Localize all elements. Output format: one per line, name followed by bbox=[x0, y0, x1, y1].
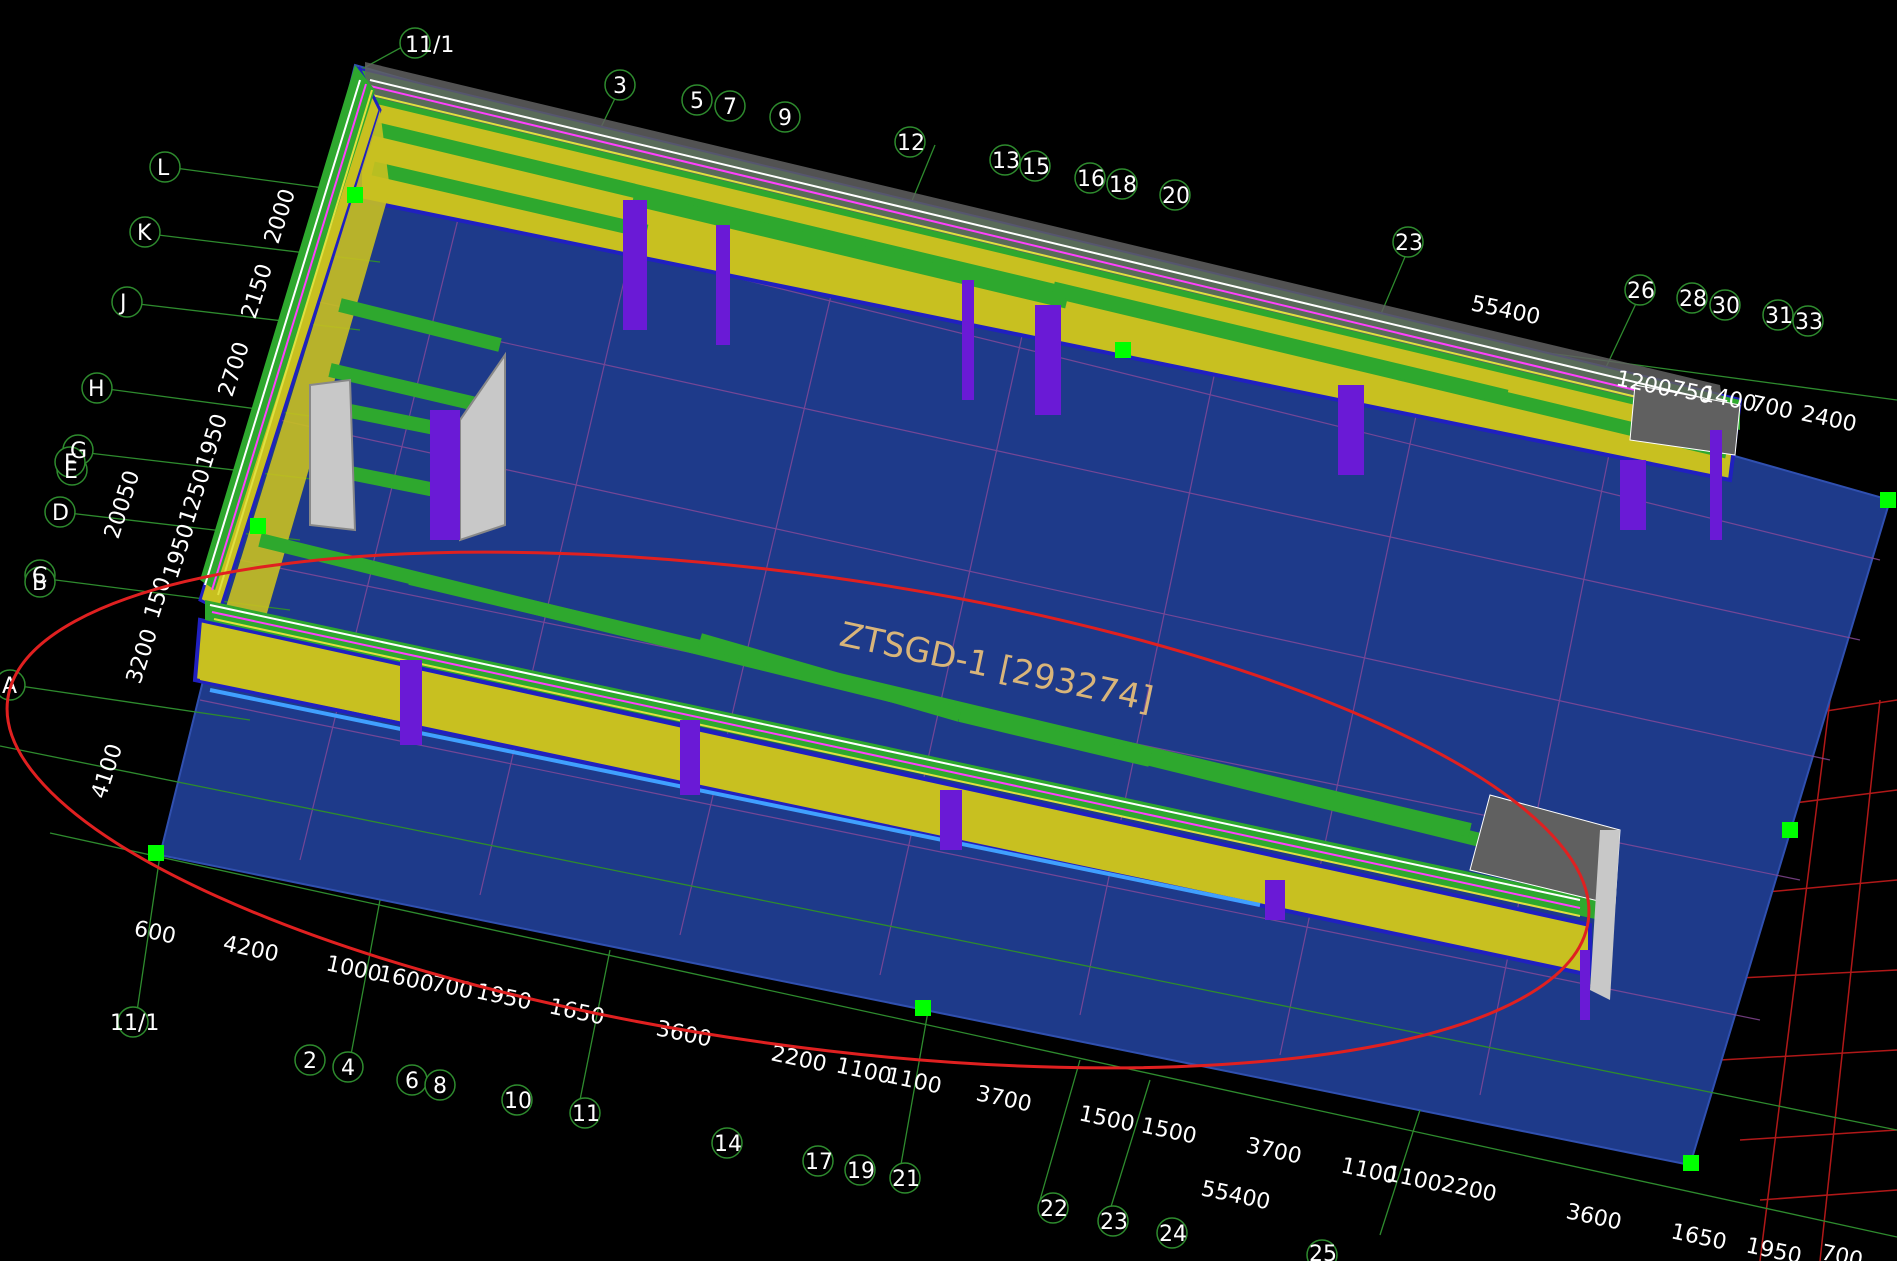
grip-point[interactable] bbox=[347, 187, 363, 203]
axis-label: 3 bbox=[613, 74, 627, 99]
column[interactable] bbox=[623, 200, 647, 330]
axis-label: 5 bbox=[690, 89, 704, 114]
axis-label: 23 bbox=[1395, 231, 1423, 256]
column[interactable] bbox=[400, 660, 422, 745]
axis-label: 2 bbox=[303, 1049, 317, 1074]
axis-label: 16 bbox=[1077, 167, 1105, 192]
axis-label: 20 bbox=[1162, 184, 1190, 209]
grip-point[interactable] bbox=[1880, 492, 1896, 508]
axis-label: 11/1 bbox=[405, 33, 454, 58]
column[interactable] bbox=[716, 225, 730, 345]
axis-label: 13 bbox=[992, 149, 1020, 174]
axis-label: 33 bbox=[1795, 310, 1823, 335]
grip-point[interactable] bbox=[250, 518, 266, 534]
column[interactable] bbox=[1338, 385, 1364, 475]
axis-label: L bbox=[157, 156, 170, 181]
axis-label: 18 bbox=[1109, 173, 1137, 198]
axis-label: 17 bbox=[805, 1150, 833, 1175]
column[interactable] bbox=[962, 280, 974, 400]
grip-point[interactable] bbox=[915, 1000, 931, 1016]
axis-label: 30 bbox=[1712, 294, 1740, 319]
grip-point[interactable] bbox=[1782, 822, 1798, 838]
axis-label: B bbox=[32, 571, 47, 596]
grip-point[interactable] bbox=[148, 845, 164, 861]
column[interactable] bbox=[1620, 460, 1646, 530]
axis-label: 6 bbox=[405, 1069, 419, 1094]
axis-label: 26 bbox=[1627, 279, 1655, 304]
axis-label: 11 bbox=[572, 1102, 600, 1127]
column[interactable] bbox=[1035, 305, 1061, 415]
column[interactable] bbox=[1580, 950, 1590, 1020]
axis-label: 31 bbox=[1765, 304, 1793, 329]
axis-label: 12 bbox=[897, 131, 925, 156]
axis-label: 19 bbox=[847, 1159, 875, 1184]
grip-point[interactable] bbox=[1683, 1155, 1699, 1171]
axis-label: 21 bbox=[892, 1167, 920, 1192]
axis-label: 24 bbox=[1159, 1222, 1187, 1247]
axis-label: 10 bbox=[504, 1089, 532, 1114]
axis-label: H bbox=[88, 377, 105, 402]
column[interactable] bbox=[1265, 880, 1285, 920]
axis-label: 11/1 bbox=[110, 1011, 159, 1036]
axis-label: 25 bbox=[1309, 1242, 1337, 1261]
axis-label: 9 bbox=[778, 106, 792, 131]
column[interactable] bbox=[680, 720, 700, 795]
axis-label: 8 bbox=[433, 1074, 447, 1099]
axis-label: E bbox=[64, 459, 78, 484]
axis-label: 28 bbox=[1679, 287, 1707, 312]
axis-label: K bbox=[137, 221, 152, 246]
axis-label: J bbox=[118, 291, 127, 316]
grip-point[interactable] bbox=[1115, 342, 1131, 358]
column[interactable] bbox=[940, 790, 962, 850]
column[interactable] bbox=[1710, 430, 1722, 540]
axis-label: 4 bbox=[341, 1056, 355, 1081]
axis-label: D bbox=[52, 501, 69, 526]
axis-label: 22 bbox=[1040, 1197, 1068, 1222]
axis-label: 14 bbox=[714, 1132, 742, 1157]
axis-label: 23 bbox=[1100, 1210, 1128, 1235]
axis-label: 15 bbox=[1022, 155, 1050, 180]
cad-3d-viewport[interactable]: 11/1 3 5 7 9 12 13 15 16 18 20 23 26 28 … bbox=[0, 0, 1897, 1261]
axis-label: 7 bbox=[723, 95, 737, 120]
